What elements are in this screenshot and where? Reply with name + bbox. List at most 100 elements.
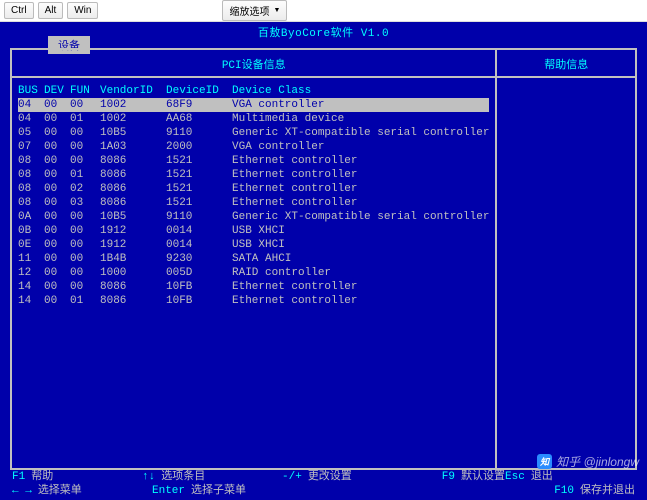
- hint-arrows: 选项条目: [161, 470, 205, 484]
- cell-did: 1521: [166, 168, 232, 182]
- cell-did: 9230: [166, 252, 232, 266]
- browser-toolbar: Ctrl Alt Win 缩放选项 ▼: [0, 0, 647, 22]
- cell-dev: 00: [44, 168, 70, 182]
- cell-fun: 00: [70, 224, 100, 238]
- footer-hints: F1帮助 ↑↓选项条目 -/+更改设置 F9默认设置 Esc退出 ← →选择菜单…: [12, 470, 635, 498]
- table-row[interactable]: 08000180861521Ethernet controller: [18, 168, 489, 182]
- zoom-label: 缩放选项: [229, 3, 269, 18]
- cell-bus: 0A: [18, 210, 44, 224]
- col-cls: Device Class: [232, 84, 489, 98]
- cell-bus: 0E: [18, 238, 44, 252]
- table-row[interactable]: 1100001B4B9230SATA AHCI: [18, 252, 489, 266]
- cell-cls: Ethernet controller: [232, 182, 489, 196]
- zoom-select[interactable]: 缩放选项 ▼: [222, 0, 287, 21]
- cell-vid: 8086: [100, 196, 166, 210]
- cell-bus: 08: [18, 168, 44, 182]
- hint-enter: 选择子菜单: [191, 484, 246, 498]
- cell-fun: 00: [70, 210, 100, 224]
- cell-vid: 8086: [100, 294, 166, 308]
- cell-fun: 00: [70, 126, 100, 140]
- table-row[interactable]: 0400011002AA68Multimedia device: [18, 112, 489, 126]
- cell-vid: 8086: [100, 168, 166, 182]
- cell-dev: 00: [44, 280, 70, 294]
- watermark: 知 知乎 @jinlongw: [537, 453, 639, 470]
- cell-vid: 8086: [100, 182, 166, 196]
- cell-vid: 1912: [100, 224, 166, 238]
- cell-did: 1521: [166, 182, 232, 196]
- cell-dev: 00: [44, 266, 70, 280]
- hint-f9-key: F9: [442, 470, 455, 484]
- cell-cls: Ethernet controller: [232, 280, 489, 294]
- table-row[interactable]: 140001808610FBEthernet controller: [18, 294, 489, 308]
- cell-dev: 00: [44, 126, 70, 140]
- table-row[interactable]: 0B000019120014USB XHCI: [18, 224, 489, 238]
- cell-cls: Ethernet controller: [232, 294, 489, 308]
- cell-cls: USB XHCI: [232, 238, 489, 252]
- hint-f1-key: F1: [12, 470, 25, 484]
- col-vid: VendorID: [100, 84, 166, 98]
- cell-cls: Generic XT-compatible serial controller: [232, 210, 489, 224]
- table-header: BUSDEVFUNVendorIDDeviceIDDevice Class: [18, 84, 489, 98]
- table-row[interactable]: 0E000019120014USB XHCI: [18, 238, 489, 252]
- cell-vid: 10B5: [100, 210, 166, 224]
- cell-did: 0014: [166, 238, 232, 252]
- cell-fun: 00: [70, 98, 100, 112]
- cell-cls: USB XHCI: [232, 224, 489, 238]
- cell-did: 9110: [166, 126, 232, 140]
- cell-fun: 00: [70, 154, 100, 168]
- table-row[interactable]: 08000080861521Ethernet controller: [18, 154, 489, 168]
- cell-vid: 1A03: [100, 140, 166, 154]
- cell-cls: Ethernet controller: [232, 168, 489, 182]
- app-title: 百敖ByoCore软件 V1.0: [0, 24, 647, 40]
- table-row[interactable]: 0700001A032000VGA controller: [18, 140, 489, 154]
- table-row[interactable]: 08000280861521Ethernet controller: [18, 182, 489, 196]
- cell-did: 10FB: [166, 280, 232, 294]
- cell-dev: 00: [44, 154, 70, 168]
- cell-dev: 00: [44, 224, 70, 238]
- cell-did: 2000: [166, 140, 232, 154]
- cell-dev: 00: [44, 140, 70, 154]
- zhihu-icon: 知: [537, 454, 552, 469]
- table-row[interactable]: 1200001000005DRAID controller: [18, 266, 489, 280]
- ctrl-button[interactable]: Ctrl: [4, 2, 34, 19]
- cell-cls: VGA controller: [232, 98, 489, 112]
- watermark-text: 知乎 @jinlongw: [556, 453, 639, 470]
- cell-bus: 11: [18, 252, 44, 266]
- table-row[interactable]: 140000808610FBEthernet controller: [18, 280, 489, 294]
- main-panel: PCI设备信息 BUSDEVFUNVendorIDDeviceIDDevice …: [12, 50, 497, 468]
- bios-screen: 百敖ByoCore软件 V1.0 设备 PCI设备信息 BUSDEVFUNVen…: [0, 22, 647, 500]
- cell-bus: 08: [18, 182, 44, 196]
- cell-did: 9110: [166, 210, 232, 224]
- cell-dev: 00: [44, 252, 70, 266]
- cell-vid: 1912: [100, 238, 166, 252]
- cell-fun: 01: [70, 112, 100, 126]
- table-row[interactable]: 040000100268F9VGA controller: [18, 98, 489, 112]
- cell-bus: 05: [18, 126, 44, 140]
- cell-did: 68F9: [166, 98, 232, 112]
- pci-table[interactable]: BUSDEVFUNVendorIDDeviceIDDevice Class040…: [12, 78, 495, 308]
- hint-esc-key: Esc: [505, 470, 525, 484]
- table-row[interactable]: 0A000010B59110Generic XT-compatible seri…: [18, 210, 489, 224]
- table-row[interactable]: 05000010B59110Generic XT-compatible seri…: [18, 126, 489, 140]
- cell-fun: 00: [70, 252, 100, 266]
- help-content: [497, 78, 635, 84]
- outer-frame: PCI设备信息 BUSDEVFUNVendorIDDeviceIDDevice …: [10, 48, 637, 470]
- cell-did: 1521: [166, 154, 232, 168]
- help-header: 帮助信息: [497, 50, 635, 78]
- cell-fun: 00: [70, 280, 100, 294]
- win-button[interactable]: Win: [67, 2, 98, 19]
- chevron-down-icon: ▼: [273, 7, 280, 14]
- cell-dev: 00: [44, 294, 70, 308]
- table-row[interactable]: 08000380861521Ethernet controller: [18, 196, 489, 210]
- cell-did: 10FB: [166, 294, 232, 308]
- cell-cls: VGA controller: [232, 140, 489, 154]
- cell-vid: 10B5: [100, 126, 166, 140]
- pci-info-header: PCI设备信息: [12, 50, 495, 78]
- alt-button[interactable]: Alt: [38, 2, 64, 19]
- cell-did: 005D: [166, 266, 232, 280]
- hint-pm: 更改设置: [308, 470, 352, 484]
- cell-bus: 14: [18, 280, 44, 294]
- cell-vid: 8086: [100, 154, 166, 168]
- cell-dev: 00: [44, 112, 70, 126]
- cell-bus: 04: [18, 112, 44, 126]
